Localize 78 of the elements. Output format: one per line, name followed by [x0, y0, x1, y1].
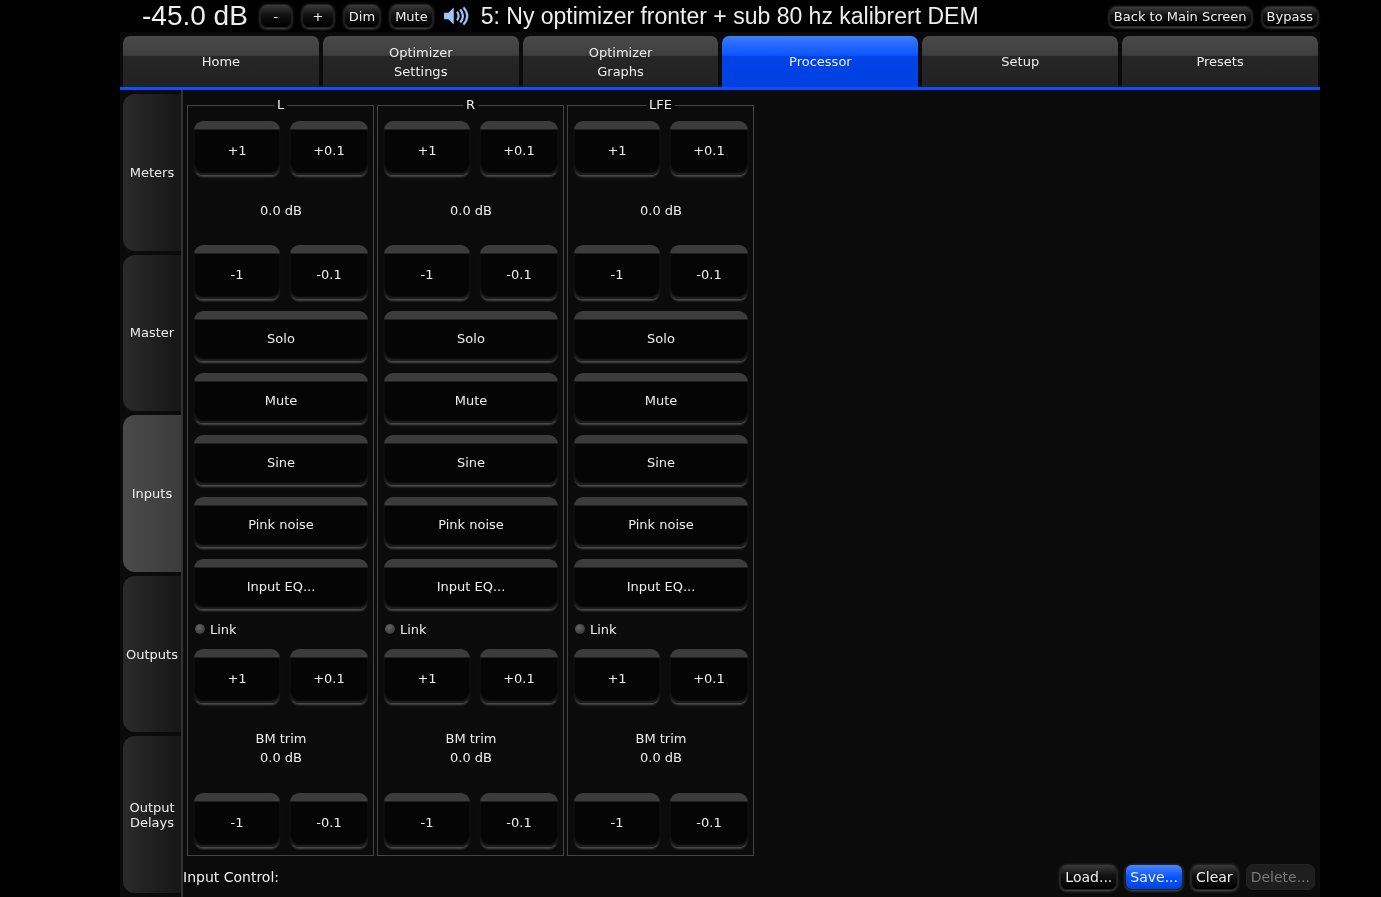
link-indicator[interactable]: [385, 624, 395, 634]
tab[interactable]: Presets: [1122, 36, 1318, 87]
channel-button[interactable]: Sine: [384, 435, 558, 485]
step-button[interactable]: +0.1: [480, 121, 558, 175]
channel-button[interactable]: Sine: [574, 435, 748, 485]
trim-label: BM trim: [635, 730, 687, 748]
channel-button[interactable]: Input EQ...: [384, 559, 558, 609]
preset-button[interactable]: Save...: [1125, 864, 1183, 890]
channel-button[interactable]: Mute: [574, 373, 748, 423]
volume-readout: -45.0 dB: [142, 0, 248, 32]
trim-readout: 0.0 dB: [640, 749, 682, 767]
step-button[interactable]: +0.1: [480, 649, 558, 703]
tab[interactable]: Processor: [722, 36, 919, 87]
preset-button[interactable]: Load...: [1060, 864, 1118, 890]
preset-title: 5: Ny optimizer fronter + sub 80 hz kalibrert DEM: [480, 2, 979, 30]
step-button[interactable]: -1: [384, 793, 470, 847]
sidebar-tab[interactable]: Meters: [123, 94, 181, 251]
channel-button[interactable]: Solo: [574, 311, 748, 361]
trim-label: BM trim: [255, 730, 307, 748]
step-button[interactable]: +1: [194, 649, 280, 703]
sidebar-tab[interactable]: Outputs: [123, 575, 181, 733]
channel-button[interactable]: Mute: [194, 373, 368, 423]
link-label: Link: [400, 621, 427, 637]
speaker-icon[interactable]: [442, 5, 471, 27]
step-button[interactable]: +0.1: [670, 121, 748, 175]
channel-button[interactable]: Mute: [384, 373, 558, 423]
sidebar-tab[interactable]: Output Delays: [123, 736, 181, 893]
step-button[interactable]: -0.1: [670, 245, 748, 299]
channel-button[interactable]: Solo: [194, 311, 368, 361]
step-button[interactable]: +1: [384, 649, 470, 703]
channel-button[interactable]: Input EQ...: [574, 559, 748, 609]
gain-readout: 0.0 dB: [639, 201, 683, 220]
trim-readout: 0.0 dB: [450, 749, 492, 767]
step-button[interactable]: -1: [384, 245, 470, 299]
top-button[interactable]: Bypass: [1261, 5, 1318, 27]
step-button[interactable]: +1: [194, 121, 280, 175]
step-button[interactable]: -1: [194, 793, 280, 847]
step-button[interactable]: -1: [574, 245, 660, 299]
step-button[interactable]: -0.1: [290, 793, 368, 847]
volume-button[interactable]: Dim: [343, 4, 381, 28]
channel-button[interactable]: Sine: [194, 435, 368, 485]
link-indicator[interactable]: [575, 624, 585, 634]
tab[interactable]: Optimizer Graphs: [522, 36, 719, 87]
trim-readout: 0.0 dB: [260, 749, 302, 767]
step-button[interactable]: -0.1: [480, 793, 558, 847]
trim-label: BM trim: [445, 730, 497, 748]
link-label: Link: [590, 621, 617, 637]
step-button[interactable]: -0.1: [670, 793, 748, 847]
step-button[interactable]: +1: [574, 649, 660, 703]
step-button[interactable]: -1: [194, 245, 280, 299]
link-label: Link: [210, 621, 237, 637]
tab[interactable]: Home: [123, 36, 319, 87]
step-button[interactable]: -0.1: [480, 245, 558, 299]
step-button[interactable]: +0.1: [290, 121, 368, 175]
step-button[interactable]: +0.1: [290, 649, 368, 703]
gain-readout: 0.0 dB: [449, 201, 493, 220]
tab[interactable]: Optimizer Settings: [322, 36, 519, 87]
section-label: Input Control:: [183, 869, 280, 885]
step-button[interactable]: +1: [574, 121, 660, 175]
volume-button[interactable]: Mute: [390, 4, 433, 28]
gain-readout: 0.0 dB: [259, 201, 303, 220]
step-button[interactable]: -1: [574, 793, 660, 847]
volume-button[interactable]: -: [259, 4, 292, 28]
volume-button[interactable]: +: [301, 4, 334, 28]
channel-button[interactable]: Solo: [384, 311, 558, 361]
step-button[interactable]: +1: [384, 121, 470, 175]
preset-button[interactable]: Clear: [1191, 864, 1238, 890]
top-button[interactable]: Back to Main Screen: [1108, 5, 1252, 27]
channel-button[interactable]: Pink noise: [384, 497, 558, 547]
channel-button[interactable]: Pink noise: [574, 497, 748, 547]
channel-button[interactable]: Pink noise: [194, 497, 368, 547]
step-button[interactable]: -0.1: [290, 245, 368, 299]
channel-button[interactable]: Input EQ...: [194, 559, 368, 609]
sidebar-tab[interactable]: Inputs: [123, 415, 181, 572]
link-indicator[interactable]: [195, 624, 205, 634]
tab[interactable]: Setup: [922, 36, 1119, 87]
step-button[interactable]: +0.1: [670, 649, 748, 703]
sidebar-tab[interactable]: Master: [123, 254, 181, 412]
